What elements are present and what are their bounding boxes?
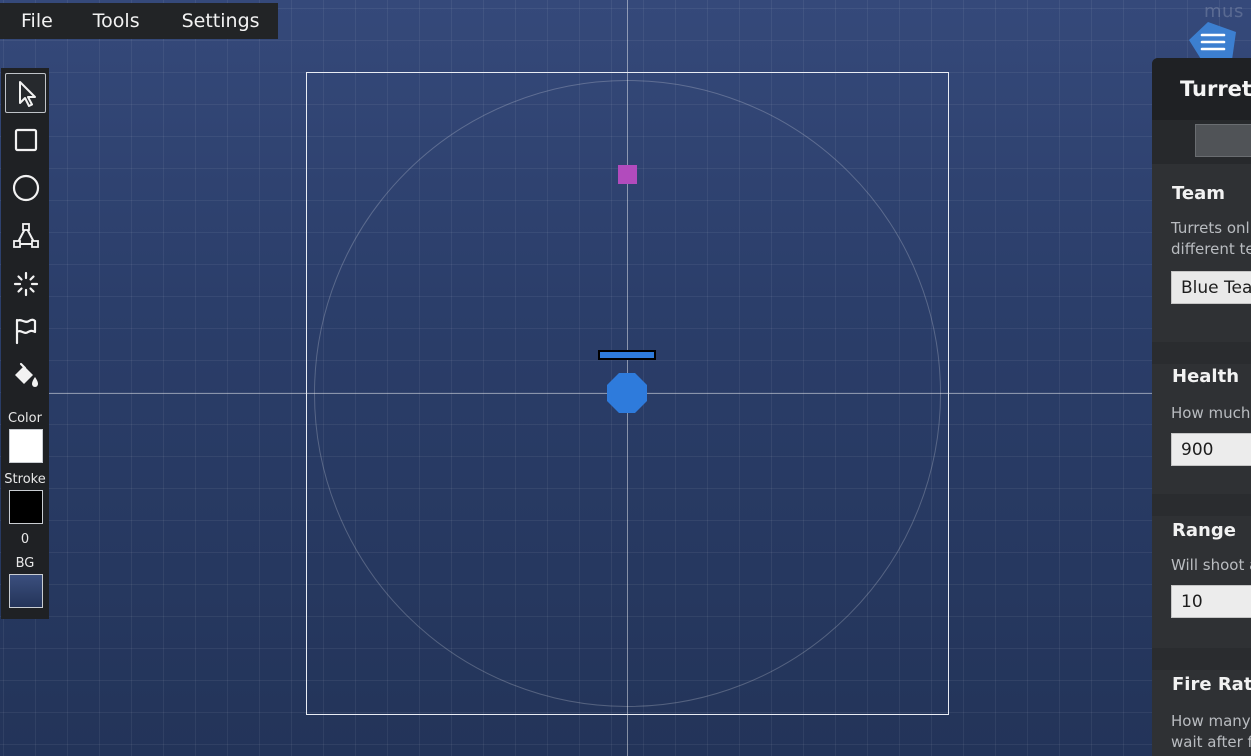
bg-label: BG <box>15 556 35 571</box>
select-tool-button[interactable] <box>5 73 46 113</box>
stroke-color-swatch[interactable] <box>9 490 43 524</box>
team-select[interactable]: Blue Tea <box>1171 271 1251 304</box>
paint-bucket-icon <box>14 362 38 387</box>
spawner-tool-button[interactable] <box>5 264 46 304</box>
menu-tools[interactable]: Tools <box>72 3 161 39</box>
range-input[interactable]: 10 <box>1171 585 1251 618</box>
flag-tool-button[interactable] <box>5 311 46 351</box>
fire-rate-section: Fire Rate How many wait after f <box>1152 670 1251 756</box>
team-title: Team <box>1172 183 1225 204</box>
section-divider <box>1152 342 1251 364</box>
health-section: Health How much 900 <box>1152 364 1251 494</box>
turret-health-bar <box>598 350 656 360</box>
fill-tool-button[interactable] <box>5 356 46 396</box>
section-divider <box>1152 648 1251 670</box>
health-input[interactable]: 900 <box>1171 433 1251 466</box>
circle-tool-button[interactable] <box>5 168 46 208</box>
panel-title: Turret <box>1180 77 1251 101</box>
rectangle-tool-button[interactable] <box>5 120 46 160</box>
fire-rate-desc-line-2: wait after f <box>1171 733 1251 751</box>
menu-settings[interactable]: Settings <box>161 3 281 39</box>
range-desc: Will shoot a <box>1171 556 1251 574</box>
panel-tabs <box>1152 120 1251 164</box>
fire-rate-title: Fire Rate <box>1172 674 1251 695</box>
cursor-arrow-icon <box>18 81 36 107</box>
team-desc-line-1: Turrets onl <box>1171 219 1250 237</box>
range-section: Range Will shoot a 10 <box>1152 516 1251 648</box>
team-desc-line-2: different te <box>1171 240 1251 258</box>
target-marker[interactable] <box>618 165 637 184</box>
properties-panel: Turret Team Turrets onl different te Blu… <box>1152 58 1251 756</box>
stroke-width-value[interactable]: 0 <box>1 532 49 547</box>
range-title: Range <box>1172 520 1236 541</box>
health-title: Health <box>1172 366 1240 387</box>
corner-watermark-text: mus <box>1204 1 1244 22</box>
circle-icon <box>12 174 39 202</box>
menu-bar: File Tools Settings <box>0 3 278 39</box>
square-icon <box>14 128 37 152</box>
turret-object[interactable] <box>606 372 648 414</box>
fill-color-swatch[interactable] <box>9 429 43 463</box>
polygon-icon <box>12 223 39 248</box>
panel-header: Turret <box>1152 58 1251 120</box>
health-desc: How much <box>1171 404 1251 422</box>
menu-file[interactable]: File <box>0 3 72 39</box>
background-color-swatch[interactable] <box>9 574 43 608</box>
tool-palette: Color Stroke 0 BG <box>1 68 49 619</box>
section-divider <box>1152 494 1251 516</box>
polygon-tool-button[interactable] <box>5 216 46 256</box>
fire-rate-desc-line-1: How many <box>1171 712 1251 730</box>
sparkle-icon <box>13 271 38 297</box>
stroke-label: Stroke <box>4 472 46 487</box>
color-label: Color <box>8 411 42 426</box>
team-section: Team Turrets onl different te Blue Tea <box>1152 164 1251 342</box>
flag-icon <box>15 318 36 345</box>
turret-health-fill <box>600 352 654 358</box>
panel-tab-button[interactable] <box>1195 124 1251 157</box>
